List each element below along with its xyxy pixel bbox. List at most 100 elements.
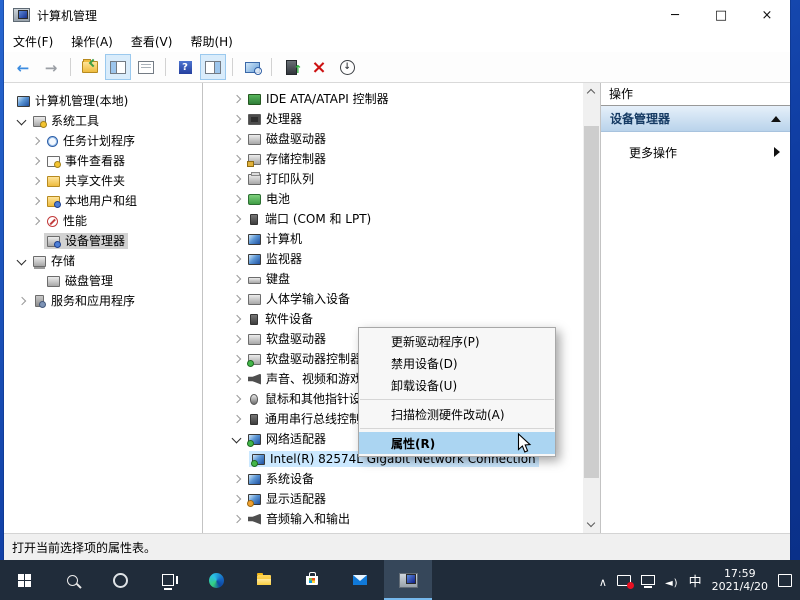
minimize-button[interactable]: ─ xyxy=(652,0,698,30)
taskbar-active-computer-management[interactable] xyxy=(384,560,432,600)
tree-item[interactable]: 音频输入和输出 xyxy=(203,509,600,529)
tree-item-body[interactable]: 存储控制器 xyxy=(245,151,329,167)
action-center-icon[interactable] xyxy=(778,574,792,587)
close-button[interactable]: × xyxy=(744,0,790,30)
tree-item-body[interactable]: 任务计划程序 xyxy=(44,133,138,149)
tree-item-body[interactable]: 性能 xyxy=(44,213,90,229)
scan-hardware-button[interactable] xyxy=(239,54,265,80)
tree-item[interactable]: 计算机管理(本地) xyxy=(4,91,202,111)
edge-button[interactable] xyxy=(192,560,240,600)
tree-item[interactable]: 键盘 xyxy=(203,269,600,289)
scrollbar-thumb[interactable] xyxy=(584,126,599,478)
tree-item-body[interactable]: 共享文件夹 xyxy=(44,173,128,189)
chevron-right-icon[interactable] xyxy=(229,171,245,187)
chevron-right-icon[interactable] xyxy=(229,131,245,147)
network-icon[interactable] xyxy=(641,575,655,585)
chevron-right-icon[interactable] xyxy=(229,411,245,427)
context-menu-item[interactable]: 扫描检测硬件改动(A) xyxy=(359,403,555,425)
chevron-right-icon[interactable] xyxy=(28,153,44,169)
ime-icon[interactable]: 中 xyxy=(689,571,702,590)
start-button[interactable] xyxy=(0,560,48,600)
context-menu-item[interactable]: 卸载设备(U) xyxy=(359,374,555,396)
chevron-down-icon[interactable] xyxy=(229,431,245,447)
scroll-up-icon[interactable] xyxy=(583,83,600,100)
collapse-icon[interactable] xyxy=(771,116,781,122)
tree-item[interactable]: 端口 (COM 和 LPT) xyxy=(203,209,600,229)
tree-item-body[interactable]: 监视器 xyxy=(245,251,305,267)
uninstall-device-button[interactable] xyxy=(306,54,332,80)
chevron-right-icon[interactable] xyxy=(229,491,245,507)
tree-item[interactable]: 存储 xyxy=(4,251,202,271)
tree-item-body[interactable]: 端口 (COM 和 LPT) xyxy=(245,211,374,227)
display-notification-icon[interactable] xyxy=(617,575,631,586)
help-button[interactable] xyxy=(172,54,198,80)
chevron-right-icon[interactable] xyxy=(229,511,245,527)
tree-item[interactable]: 显示适配器 xyxy=(203,489,600,509)
tree-item-body[interactable]: 软盘驱动器控制器 xyxy=(245,351,365,367)
tree-item-body[interactable]: 系统工具 xyxy=(30,113,102,129)
chevron-right-icon[interactable] xyxy=(229,111,245,127)
chevron-right-icon[interactable] xyxy=(28,133,44,149)
folder-up-button[interactable] xyxy=(77,54,103,80)
chevron-right-icon[interactable] xyxy=(14,293,30,309)
chevron-right-icon[interactable] xyxy=(28,173,44,189)
tree-item[interactable]: 软件设备 xyxy=(203,309,600,329)
chevron-right-icon[interactable] xyxy=(229,371,245,387)
maximize-button[interactable]: □ xyxy=(698,0,744,30)
context-menu-item[interactable]: 更新驱动程序(P) xyxy=(359,330,555,352)
chevron-right-icon[interactable] xyxy=(229,151,245,167)
tree-item[interactable]: 系统工具 xyxy=(4,111,202,131)
chevron-right-icon[interactable] xyxy=(229,211,245,227)
tree-item-body[interactable]: 事件查看器 xyxy=(44,153,128,169)
menu-view[interactable]: 查看(V) xyxy=(122,30,182,52)
tree-item[interactable]: 共享文件夹 xyxy=(4,171,202,191)
tree-item-body[interactable]: 键盘 xyxy=(245,271,293,287)
back-arrow-button[interactable] xyxy=(10,54,36,80)
chevron-right-icon[interactable] xyxy=(229,291,245,307)
chevron-right-icon[interactable] xyxy=(229,311,245,327)
tree-item[interactable]: IDE ATA/ATAPI 控制器 xyxy=(203,89,600,109)
menu-help[interactable]: 帮助(H) xyxy=(181,30,241,52)
volume-icon[interactable] xyxy=(665,571,679,590)
tree-item[interactable]: 系统设备 xyxy=(203,469,600,489)
vertical-scrollbar[interactable] xyxy=(583,83,600,533)
chevron-right-icon[interactable] xyxy=(229,331,245,347)
tree-item-body[interactable]: 软件设备 xyxy=(245,311,316,327)
tree-item-body[interactable]: 人体学输入设备 xyxy=(245,291,353,307)
tree-item-body[interactable]: 磁盘驱动器 xyxy=(245,131,329,147)
chevron-right-icon[interactable] xyxy=(229,471,245,487)
tree-item-body[interactable]: 鼠标和其他指针设备 xyxy=(245,391,376,407)
chevron-right-icon[interactable] xyxy=(229,231,245,247)
tree-item-body[interactable]: 通用串行总线控制器 xyxy=(245,411,376,427)
disable-device-button[interactable] xyxy=(334,54,360,80)
task-view-button[interactable] xyxy=(144,560,192,600)
tree-item[interactable]: 处理器 xyxy=(203,109,600,129)
chevron-right-icon[interactable] xyxy=(229,251,245,267)
tree-item-body[interactable]: 电池 xyxy=(245,191,293,207)
tree-item[interactable]: 监视器 xyxy=(203,249,600,269)
tree-item-body[interactable]: 系统设备 xyxy=(245,471,317,487)
scroll-down-icon[interactable] xyxy=(583,516,600,533)
chevron-down-icon[interactable] xyxy=(14,253,30,269)
context-menu-item[interactable]: 禁用设备(D) xyxy=(359,352,555,374)
actions-group-device-manager[interactable]: 设备管理器 xyxy=(601,106,790,132)
forward-arrow-button[interactable] xyxy=(38,54,64,80)
tree-item[interactable]: 服务和应用程序 xyxy=(4,291,202,311)
tree-item-body[interactable]: 计算机 xyxy=(245,231,305,247)
tree-item[interactable]: 性能 xyxy=(4,211,202,231)
chevron-right-icon[interactable] xyxy=(28,213,44,229)
chevron-right-icon[interactable] xyxy=(229,391,245,407)
chevron-right-icon[interactable] xyxy=(229,91,245,107)
chevron-right-icon[interactable] xyxy=(229,351,245,367)
title-bar[interactable]: 计算机管理 ─□× xyxy=(4,0,790,30)
tree-item-body[interactable]: 服务和应用程序 xyxy=(30,293,138,309)
tree-item[interactable]: 计算机 xyxy=(203,229,600,249)
chevron-right-icon[interactable] xyxy=(28,193,44,209)
taskbar-clock[interactable]: 17:59 2021/4/20 xyxy=(712,567,768,593)
tree-item-body[interactable]: 设备管理器 xyxy=(44,233,128,249)
store-button[interactable] xyxy=(288,560,336,600)
tree-item[interactable]: 任务计划程序 xyxy=(4,131,202,151)
menu-file[interactable]: 文件(F) xyxy=(4,30,62,52)
tree-item[interactable]: 打印队列 xyxy=(203,169,600,189)
properties-window-button[interactable] xyxy=(133,54,159,80)
